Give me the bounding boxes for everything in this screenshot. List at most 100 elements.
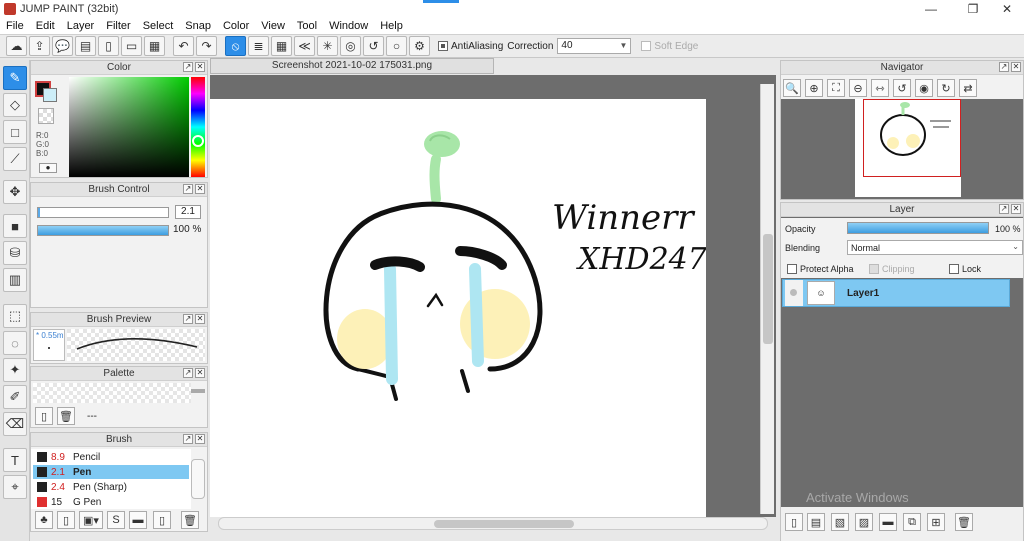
lock-option[interactable]: Lock — [949, 264, 981, 274]
rotate-left-icon[interactable]: ↺ — [893, 79, 911, 97]
curve-snap-icon[interactable]: ↺ — [363, 36, 384, 56]
select-eraser-tool-icon[interactable]: ⌫ — [3, 412, 27, 436]
minimize-button[interactable]: — — [914, 0, 948, 18]
share-icon[interactable]: ⇪ — [29, 36, 50, 56]
panel-close-icon[interactable]: ✕ — [195, 368, 205, 378]
canvas-vertical-scrollbar[interactable] — [760, 84, 774, 514]
vertical-scroll-thumb[interactable] — [763, 234, 773, 344]
correction-select[interactable]: 40 ▼ — [557, 38, 632, 54]
speech-bubble-icon[interactable]: 💬 — [52, 36, 73, 56]
rect-select-tool-icon[interactable]: ⬚ — [3, 304, 27, 328]
navigator-view[interactable] — [781, 99, 1023, 199]
background-color-swatch[interactable] — [43, 88, 57, 102]
zoom-out-icon[interactable]: 🔍 — [783, 79, 801, 97]
menu-help[interactable]: Help — [374, 20, 409, 32]
redo-icon[interactable]: ↷ — [196, 36, 217, 56]
panel-detach-icon[interactable]: ↗ — [999, 204, 1009, 214]
delete-palette-icon[interactable]: 🗑 — [57, 407, 75, 425]
new-layer-icon[interactable]: ▯ — [785, 513, 803, 531]
gradient-tool-icon[interactable]: ▥ — [3, 268, 27, 292]
soft-edge-checkbox[interactable] — [641, 41, 652, 51]
new-8bit-layer-icon[interactable]: ▨ — [855, 513, 873, 531]
page-settings-icon[interactable]: ▦ — [144, 36, 165, 56]
brush-list-scrollbar[interactable] — [191, 459, 205, 499]
hue-slider[interactable] — [191, 77, 205, 177]
clipping-option[interactable]: Clipping — [869, 264, 915, 274]
menu-tool[interactable]: Tool — [291, 20, 323, 32]
lock-checkbox[interactable] — [949, 264, 959, 274]
new-folder-icon[interactable]: ▬ — [879, 513, 897, 531]
soft-edge-option[interactable]: Soft Edge — [641, 41, 698, 52]
merge-layer-icon[interactable]: ⊞ — [927, 513, 945, 531]
radial-snap-icon[interactable]: ✳ — [317, 36, 338, 56]
protect-alpha-option[interactable]: Protect Alpha — [787, 264, 854, 274]
snap-off-icon[interactable]: ⦸ — [225, 36, 246, 56]
menu-color[interactable]: Color — [217, 20, 255, 32]
panel-detach-icon[interactable]: ↗ — [183, 314, 193, 324]
eyedropper-tool-icon[interactable]: ⌖ — [3, 475, 27, 499]
hue-handle[interactable] — [192, 135, 204, 147]
canvas-horizontal-scrollbar[interactable] — [218, 517, 768, 530]
page-icon[interactable]: ▯ — [98, 36, 119, 56]
panel-detach-icon[interactable]: ↗ — [183, 434, 193, 444]
panel-detach-icon[interactable]: ↗ — [183, 62, 193, 72]
layer-visibility[interactable] — [785, 280, 803, 306]
cloud-icon[interactable]: ☁ — [6, 36, 27, 56]
text-tool-icon[interactable]: T — [3, 448, 27, 472]
brush-folder-icon[interactable]: ▬ — [129, 511, 147, 529]
shape-tool-icon[interactable]: □ — [3, 120, 27, 144]
panel-detach-icon[interactable]: ↗ — [183, 368, 193, 378]
circle-snap-icon[interactable]: ○ — [386, 36, 407, 56]
delete-layer-icon[interactable]: 🗑 — [955, 513, 973, 531]
panel-detach-icon[interactable]: ↗ — [999, 62, 1009, 72]
antialias-option[interactable]: AntiAliasing — [438, 41, 503, 52]
panel-close-icon[interactable]: ✕ — [1011, 204, 1021, 214]
duplicate-layer-icon[interactable]: ⧉ — [903, 513, 921, 531]
parallel-snap-icon[interactable]: ≣ — [248, 36, 269, 56]
move-tool-icon[interactable]: ✥ — [3, 180, 27, 204]
new-tone-layer-icon[interactable]: ▧ — [831, 513, 849, 531]
brush-settings-icon[interactable]: S — [107, 511, 125, 529]
bucket-tool-icon[interactable]: ⛁ — [3, 241, 27, 265]
canvas-tab[interactable]: Screenshot 2021-10-02 175031.png — [210, 58, 494, 74]
menu-view[interactable]: View — [255, 20, 291, 32]
panel-close-icon[interactable]: ✕ — [195, 184, 205, 194]
panel-close-icon[interactable]: ✕ — [195, 314, 205, 324]
new-raster-layer-icon[interactable]: ▤ — [807, 513, 825, 531]
palette-swatches[interactable] — [33, 383, 191, 403]
panel-detach-icon[interactable]: ↗ — [183, 184, 193, 194]
brush-size-value[interactable]: 2.1 — [175, 205, 201, 219]
menu-file[interactable]: File — [0, 20, 30, 32]
comment-icon[interactable]: ▤ — [75, 36, 96, 56]
visibility-dot-icon[interactable] — [790, 289, 797, 296]
brush-add-icon[interactable]: ♣ — [35, 511, 53, 529]
flip-icon[interactable]: ⇄ — [959, 79, 977, 97]
grid-snap-icon[interactable]: ▦ — [271, 36, 292, 56]
brush-copy-icon[interactable]: ▯ — [153, 511, 171, 529]
panel-close-icon[interactable]: ✕ — [195, 62, 205, 72]
horizontal-scroll-thumb[interactable] — [434, 520, 574, 528]
brush-size-slider[interactable] — [37, 207, 169, 218]
concentric-snap-icon[interactable]: ◎ — [340, 36, 361, 56]
panel-close-icon[interactable]: ✕ — [195, 434, 205, 444]
antialias-checkbox[interactable] — [438, 41, 448, 51]
perspective-snap-icon[interactable]: ≪ — [294, 36, 315, 56]
layer-opacity-slider[interactable] — [847, 222, 989, 234]
pen-tool-icon[interactable]: ✎ — [3, 66, 27, 90]
menu-filter[interactable]: Filter — [100, 20, 136, 32]
magic-wand-tool-icon[interactable]: ✦ — [3, 358, 27, 382]
fill-rect-tool-icon[interactable]: ■ — [3, 214, 27, 238]
palette-scroll-handle[interactable] — [191, 389, 205, 393]
brush-opacity-slider[interactable] — [37, 225, 169, 236]
menu-edit[interactable]: Edit — [30, 20, 61, 32]
new-palette-icon[interactable]: ▯ — [35, 407, 53, 425]
close-button[interactable]: ✕ — [990, 0, 1024, 18]
select-pen-tool-icon[interactable]: ✐ — [3, 385, 27, 409]
panel-close-icon[interactable]: ✕ — [1011, 62, 1021, 72]
menu-select[interactable]: Select — [137, 20, 180, 32]
eye-icon[interactable]: ● — [39, 163, 57, 173]
actual-size-icon[interactable]: ⊖ — [849, 79, 867, 97]
fit-width-icon[interactable]: ⇿ — [871, 79, 889, 97]
brush-menu-icon[interactable]: ▣▾ — [79, 511, 103, 529]
brush-item-pen[interactable]: 2.1 Pen — [33, 465, 189, 479]
